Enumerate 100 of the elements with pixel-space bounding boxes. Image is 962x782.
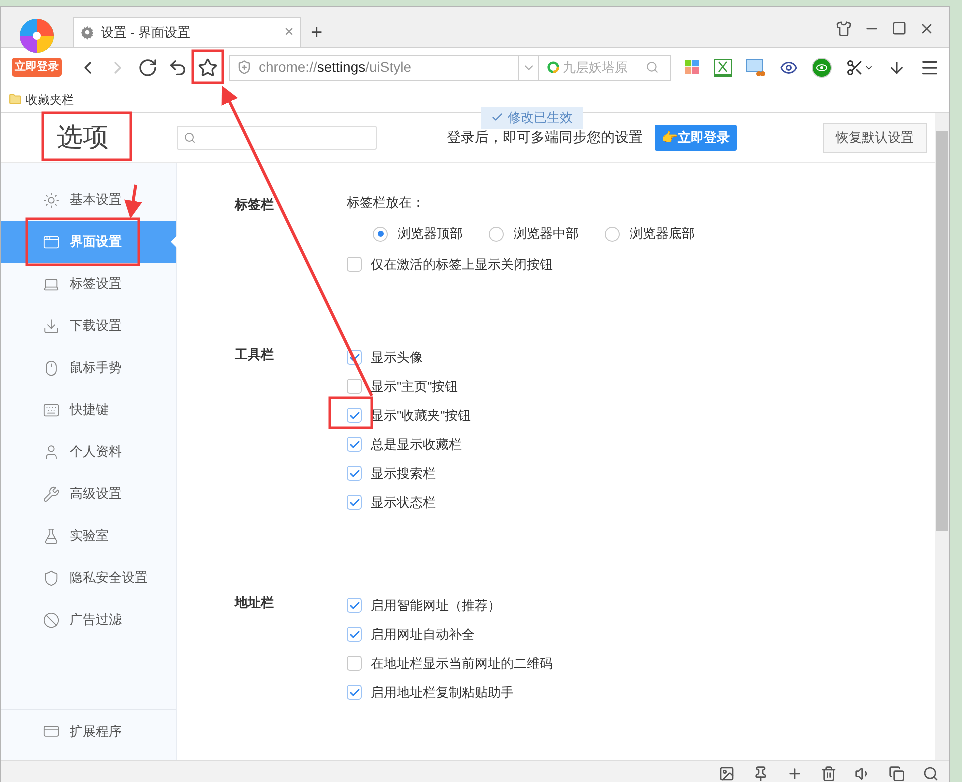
plus-icon[interactable] [787,766,803,782]
checkbox[interactable] [347,656,362,671]
trash-icon[interactable] [821,766,837,782]
check-icon [348,628,360,640]
sidebar-item[interactable]: 隐私安全设置 [1,557,176,599]
reset-button[interactable]: 恢复默认设置 [823,122,927,152]
checkbox-label: 显示"收藏夹"按钮 [371,406,472,425]
checkbox[interactable] [347,437,362,452]
radio-label: 浏览器中部 [514,225,579,244]
shield-icon [43,570,60,586]
address-text: chrome://settings/uiStyle [259,58,413,77]
sidebar-item[interactable]: 实验室 [1,515,176,557]
checkbox[interactable] [347,379,362,394]
bookmark-folder[interactable]: 收藏夹栏 [9,90,74,108]
tab-title: 设置 - 界面设置 [101,24,192,42]
checkbox-label: 在地址栏显示当前网址的二维码 [371,654,553,673]
gear-icon [80,25,95,40]
sidebar-item[interactable]: 下载设置 [1,305,176,347]
annotation-arrow [124,184,142,219]
image-icon[interactable] [719,766,735,782]
checkbox[interactable] [347,257,362,272]
search-icon [184,132,196,144]
star-icon [198,58,218,78]
checkbox-label: 总是显示收藏栏 [371,436,462,454]
browser-tab[interactable]: 设置 - 界面设置 × [73,17,301,47]
checkbox-label: 显示头像 [371,348,423,367]
section-title: 地址栏 [235,594,275,612]
maximize-icon[interactable] [892,21,907,36]
check-icon [348,600,360,612]
highlight-frame [192,50,224,84]
sun-icon [43,192,60,208]
sidebar-item[interactable]: 基本设置 [1,179,176,221]
checkbox-label: 仅在激活的标签上显示关闭按钮 [371,256,553,274]
new-tab-button[interactable]: + [311,23,323,43]
sidebar-item[interactable]: 标签设置 [1,263,176,305]
sidebar-item[interactable]: 鼠标手势 [1,347,176,389]
checkbox[interactable] [347,627,362,642]
sidebar-item[interactable]: 高级设置 [1,473,176,515]
checkbox[interactable] [347,408,362,423]
option-prompt: 标签栏放在： [347,194,426,212]
toast-message: 修改已生效 [481,107,583,128]
checkbox[interactable] [347,685,362,700]
search-field[interactable] [177,126,377,150]
check-icon [348,438,360,450]
screen-icon[interactable] [746,58,766,76]
checkbox-label: 启用地址栏复制粘贴助手 [371,684,514,702]
keyboard-icon [43,402,60,418]
radio-label: 浏览器顶部 [398,225,463,244]
checkbox-label: 显示搜索栏 [371,464,436,483]
section-title: 标签栏 [235,196,275,214]
check-icon [348,468,360,480]
checkbox-label: 显示"主页"按钮 [371,378,458,396]
extensions-link[interactable]: 扩展程序 [1,709,176,753]
wrench-icon [43,486,60,502]
undo-icon [168,58,188,78]
card-icon [43,723,60,740]
sidebar-item[interactable]: 快捷键 [1,389,176,431]
address-bar[interactable]: chrome://settings/uiStyle [229,54,539,80]
checkbox-label: 启用智能网址（推荐） [371,596,501,615]
sidebar-item[interactable]: 广告过滤 [1,599,176,641]
skin-icon[interactable] [836,21,852,37]
shield-icon [237,60,252,75]
sync-text: 登录后，即可多端同步您的设置 [447,128,643,147]
scissors-icon[interactable] [846,58,864,76]
tiles-icon[interactable] [685,60,700,75]
spreadsheet-icon[interactable] [714,58,732,76]
checkbox-label: 启用网址自动补全 [371,626,475,644]
check-icon [348,410,360,422]
mouse-icon [43,360,60,376]
radio-label: 浏览器底部 [630,225,695,244]
sidebar-item[interactable]: 个人资料 [1,431,176,473]
check-icon [348,496,360,508]
radio-button[interactable] [373,226,388,242]
radio-button[interactable] [605,226,620,242]
prohibited-icon [43,612,60,628]
scrollbar[interactable] [935,113,949,760]
check-icon [348,352,360,364]
search-input[interactable]: 九层妖塔原 [563,58,643,78]
eye-badge-icon[interactable] [812,58,832,78]
search-field[interactable]: 九层妖塔原 [539,54,671,80]
pin-icon[interactable] [753,766,769,782]
checkbox[interactable] [347,598,362,613]
folder-icon [9,93,22,106]
page-title: 选项 [57,121,109,154]
check-icon [348,686,360,698]
download-icon [43,318,60,334]
flask-icon [43,528,60,544]
checkbox[interactable] [347,466,362,481]
scrollbar-thumb[interactable] [936,131,948,531]
section-title: 工具栏 [235,346,275,364]
checkbox-label: 显示状态栏 [371,494,436,512]
highlight-frame [328,396,374,430]
person-icon [43,444,60,460]
window-icon [43,234,60,250]
checkbox[interactable] [347,495,362,510]
ring-icon [547,61,560,74]
search-icon[interactable] [923,766,939,782]
radio-button[interactable] [489,226,504,242]
reload-icon [138,58,158,78]
windows-icon[interactable] [889,766,905,782]
